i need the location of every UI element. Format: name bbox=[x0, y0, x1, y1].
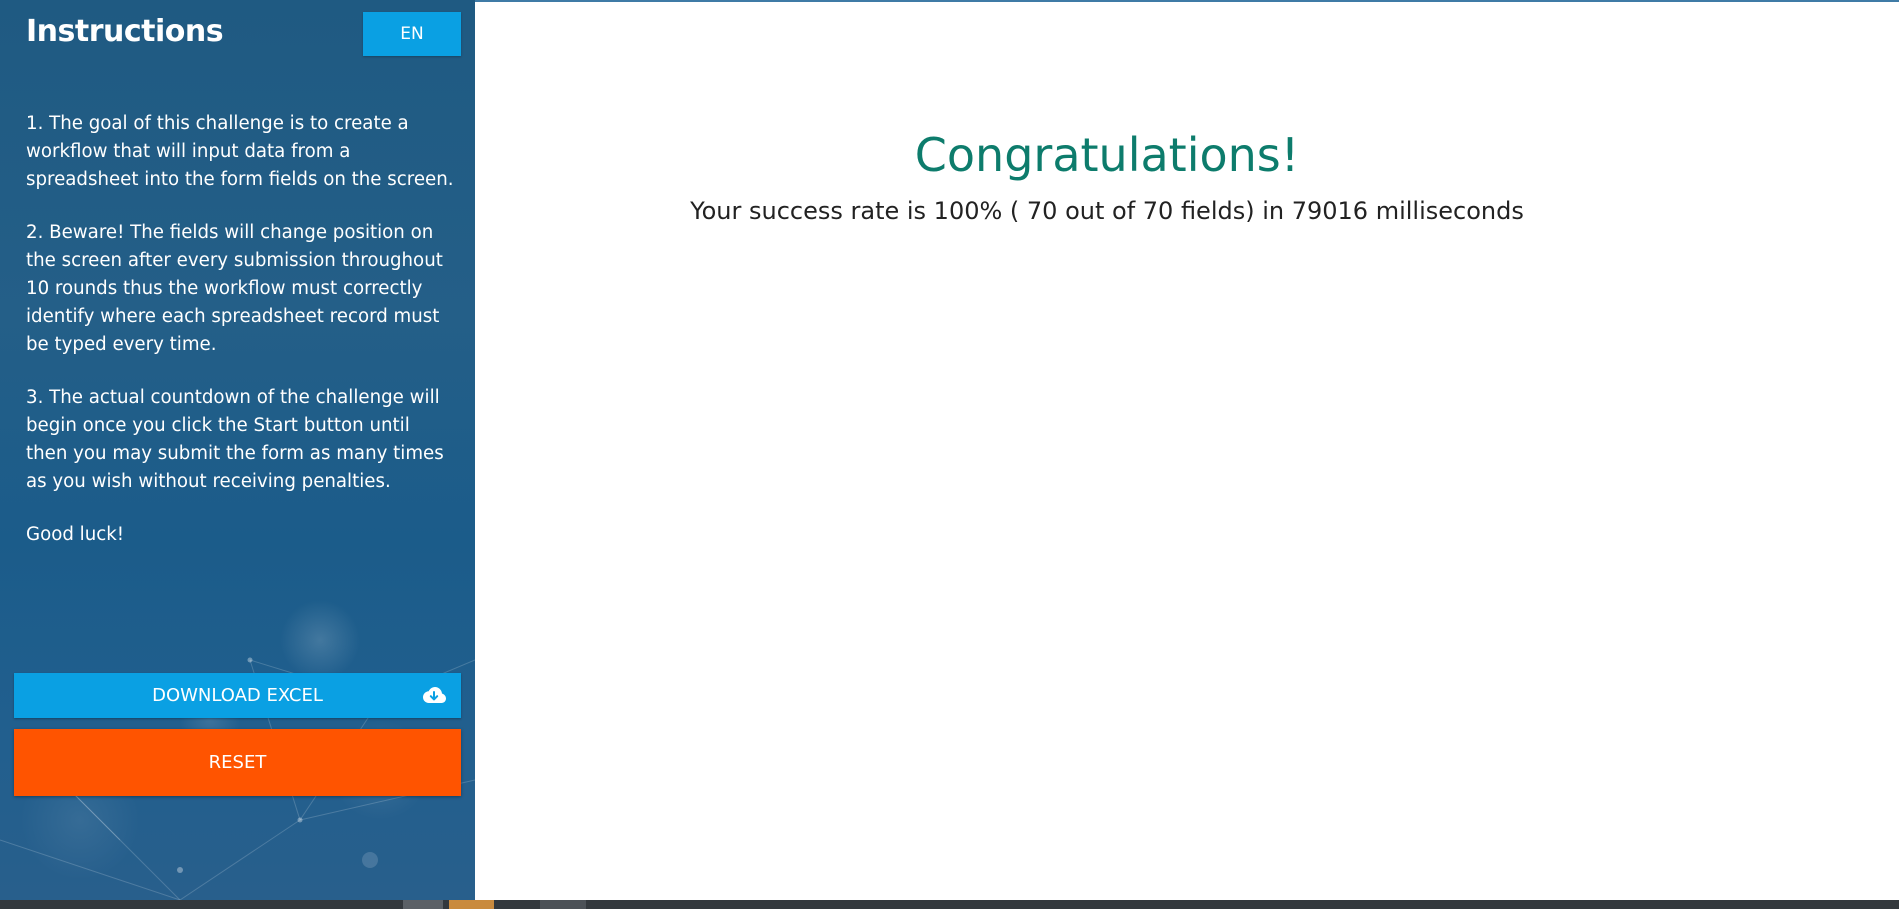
taskbar-item[interactable] bbox=[449, 900, 494, 909]
instruction-item: 3. The actual countdown of the challenge… bbox=[26, 387, 444, 492]
download-excel-button[interactable]: DOWNLOAD EXCEL bbox=[14, 673, 461, 718]
sidebar-title: Instructions bbox=[26, 14, 224, 49]
cloud-download-icon bbox=[423, 687, 446, 703]
congratulations-heading: Congratulations! bbox=[914, 128, 1300, 182]
instructions-sidebar: Instructions EN 1. The goal of this chal… bbox=[0, 0, 475, 900]
language-button[interactable]: EN bbox=[363, 12, 461, 56]
instruction-item: 1. The goal of this challenge is to crea… bbox=[26, 113, 454, 190]
reset-button[interactable]: RESET bbox=[14, 729, 461, 796]
main-content: Congratulations! Your success rate is 10… bbox=[475, 0, 1899, 900]
instruction-item: 2. Beware! The fields will change positi… bbox=[26, 222, 443, 355]
page: Instructions EN 1. The goal of this chal… bbox=[0, 0, 1899, 909]
network-background-graphic bbox=[0, 657, 475, 900]
instructions-text: 1. The goal of this challenge is to crea… bbox=[26, 110, 456, 574]
taskbar bbox=[0, 900, 1899, 909]
download-excel-label: DOWNLOAD EXCEL bbox=[152, 685, 323, 706]
success-rate-text: Your success rate is 100% ( 70 out of 70… bbox=[690, 197, 1524, 225]
taskbar-item[interactable] bbox=[403, 900, 443, 909]
instruction-item: Good luck! bbox=[26, 524, 125, 545]
taskbar-item[interactable] bbox=[540, 900, 586, 909]
